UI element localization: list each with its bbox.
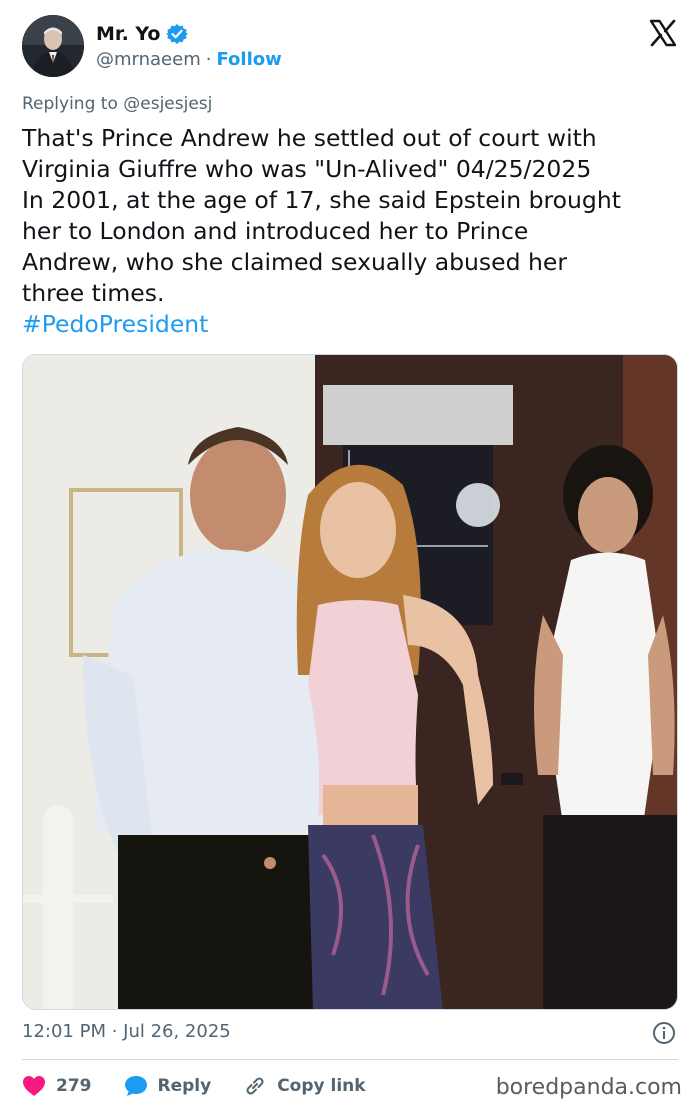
tweet-photo[interactable] [22,354,678,1010]
avatar[interactable] [22,15,84,77]
divider [22,1059,678,1060]
replying-to: Replying to @esjesjesj [22,94,212,114]
heart-icon [22,1075,46,1097]
follow-button[interactable]: Follow [216,49,281,70]
author-handle[interactable]: @mrnaeem [96,49,201,70]
reply-bubble-icon [124,1075,148,1097]
tweet-text: That's Prince Andrew he settled out of c… [22,123,682,340]
author-handle-row: @mrnaeem · Follow [96,49,282,70]
hashtag-link[interactable]: #PedoPresident [22,309,682,340]
tweet-line: Andrew, who she claimed sexually abused … [22,248,568,276]
x-logo-icon[interactable] [648,18,678,48]
tweet-line: In 2001, at the age of 17, she said Epst… [22,186,621,214]
reply-button[interactable]: Reply [124,1075,212,1097]
like-button[interactable]: 279 [22,1075,92,1097]
tweet-line: That's Prince Andrew he settled out of c… [22,124,597,152]
watermark: boredpanda.com [495,1075,682,1100]
copy-link-button[interactable]: Copy link [243,1074,366,1098]
link-icon [243,1074,267,1098]
tweet-line: Virginia Giuffre who was "Un-Alived" 04/… [22,155,592,183]
tweet-line: three times. [22,279,165,307]
action-bar: 279 Reply Copy link [22,1071,398,1101]
author-name-row: Mr. Yo [96,21,189,47]
separator-dot: · [205,49,212,70]
verified-badge-icon [166,23,189,45]
info-icon[interactable] [652,1021,676,1045]
like-count: 279 [56,1076,92,1096]
tweet-timestamp[interactable]: 12:01 PM · Jul 26, 2025 [22,1021,231,1042]
replying-handle[interactable]: @esjesjesj [123,94,212,114]
author-name[interactable]: Mr. Yo [96,23,160,45]
replying-prefix: Replying to [22,94,118,114]
copy-link-label: Copy link [277,1076,366,1096]
tweet-line: her to London and introduced her to Prin… [22,217,529,245]
reply-label: Reply [157,1076,212,1096]
